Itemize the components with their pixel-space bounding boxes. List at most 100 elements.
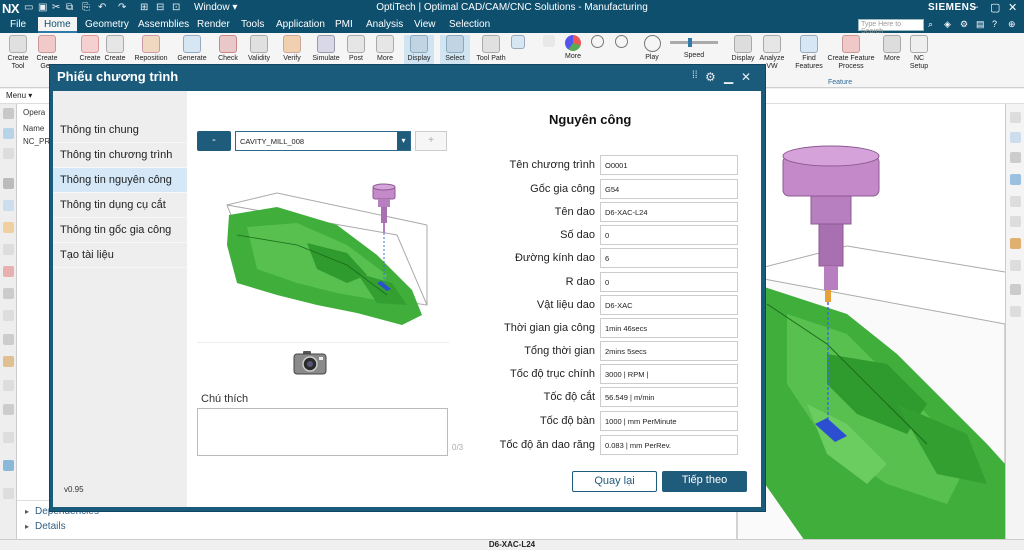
close-icon[interactable]: ✕ <box>741 70 751 84</box>
view-icon[interactable] <box>1010 216 1021 227</box>
navigator-icon[interactable] <box>3 222 14 233</box>
note-textarea[interactable] <box>197 408 448 456</box>
navigator-icon[interactable] <box>3 380 14 391</box>
create-tool-button[interactable]: Create Tool <box>4 35 32 71</box>
play-button[interactable]: Play <box>642 35 662 62</box>
view-icon[interactable] <box>1010 112 1021 123</box>
tab-application[interactable]: Application <box>276 19 325 30</box>
nav-machining-origin-info[interactable]: Thông tin gốc gia công <box>53 218 187 243</box>
view-icon[interactable] <box>1010 132 1021 143</box>
tool-material-field[interactable]: D6-XAC <box>600 295 738 315</box>
add-button[interactable]: + <box>415 131 447 151</box>
file-menu[interactable]: File <box>10 19 26 30</box>
tab-render[interactable]: Render <box>197 19 230 30</box>
more-button[interactable]: More <box>372 35 398 63</box>
nav-general-info[interactable]: Thông tin chung <box>53 118 187 143</box>
remove-button[interactable]: - <box>197 131 231 151</box>
more-button[interactable]: More <box>560 35 586 61</box>
navigator-icon[interactable] <box>3 432 14 443</box>
maximize-icon[interactable]: ▢ <box>990 1 1000 14</box>
view-icon[interactable] <box>1010 238 1021 249</box>
tool-number-field[interactable]: 0 <box>600 225 738 245</box>
search-icon[interactable]: ⌕ <box>928 19 933 30</box>
reposition-button[interactable]: Reposition <box>134 35 168 63</box>
tab-analysis[interactable]: Analysis <box>366 19 403 30</box>
tab-geometry[interactable]: Geometry <box>85 19 129 30</box>
settings-icon[interactable] <box>3 108 14 119</box>
cutting-speed-field[interactable]: 56.549 | m/min <box>600 387 738 407</box>
tool-path-button[interactable]: Tool Path <box>474 35 508 63</box>
navigator-icon[interactable] <box>3 288 14 299</box>
post-button[interactable]: Post <box>344 35 368 63</box>
tool-radius-field[interactable]: 0 <box>600 272 738 292</box>
view-icon[interactable] <box>1010 260 1021 271</box>
tab-view[interactable]: View <box>414 19 436 30</box>
camera-icon[interactable] <box>293 349 327 375</box>
close-icon[interactable]: ✕ <box>1008 1 1017 14</box>
drag-handle-icon[interactable]: ⁞⁞ <box>692 70 698 81</box>
create-feature-process-button[interactable]: Create Feature Process <box>826 35 876 71</box>
navigator-icon[interactable] <box>3 244 14 255</box>
machining-time-field[interactable]: 1min 46secs <box>600 318 738 338</box>
tool-diameter-field[interactable]: 6 <box>600 248 738 268</box>
navigator-icon[interactable] <box>3 404 14 415</box>
settings-icon[interactable]: ⚙ <box>960 19 968 30</box>
display-button[interactable]: Display <box>726 35 760 63</box>
search-input[interactable]: Type Here to Search <box>858 19 924 35</box>
navigator-icon[interactable] <box>3 148 14 159</box>
find-features-button[interactable]: Find Features <box>794 35 824 71</box>
help-icon[interactable]: ? <box>992 19 997 29</box>
toolbar-icon[interactable]: ▤ <box>976 19 985 30</box>
more-button[interactable]: More <box>880 35 904 63</box>
machining-origin-field[interactable]: G54 <box>600 179 738 199</box>
navigator-icon[interactable] <box>3 356 14 367</box>
verify-button[interactable]: Verify <box>278 35 306 63</box>
menu-dropdown[interactable]: Menu ▾ <box>6 91 32 100</box>
minimize-icon[interactable]: – <box>972 1 978 13</box>
feed-rate-field[interactable]: 1000 | mm PerMinute <box>600 411 738 431</box>
toolbar-icon[interactable]: ◈ <box>944 19 951 30</box>
navigator-icon[interactable] <box>3 266 14 277</box>
navigator-icon[interactable] <box>3 310 14 321</box>
validity-button[interactable]: Validity <box>244 35 274 63</box>
back-button[interactable]: Quay lại <box>572 471 657 492</box>
create-operation-button[interactable]: Create <box>76 35 104 63</box>
operation-select[interactable]: CAVITY_MILL_008 ▾ <box>235 131 411 151</box>
nav-operation-info[interactable]: Thông tin nguyên công <box>53 168 187 193</box>
tab-home[interactable]: Home <box>38 17 77 33</box>
nav-program-info[interactable]: Thông tin chương trình <box>53 143 187 168</box>
tab-tools[interactable]: Tools <box>241 19 264 30</box>
check-button[interactable]: Check <box>214 35 242 63</box>
tab-pmi[interactable]: PMI <box>335 19 353 30</box>
settings-icon[interactable]: ⚙ <box>705 70 716 84</box>
navigator-icon[interactable] <box>3 334 14 345</box>
tool-name-field[interactable]: D6-XAC-L24 <box>600 202 738 222</box>
nav-cutting-tool-info[interactable]: Thông tin dụng cụ cắt <box>53 193 187 218</box>
view-icon[interactable] <box>1010 174 1021 185</box>
simulate-button[interactable]: Simulate <box>310 35 342 63</box>
navigator-icon[interactable] <box>3 200 14 211</box>
navigator-icon[interactable] <box>3 178 14 189</box>
total-time-field[interactable]: 2mins 5secs <box>600 341 738 361</box>
feed-per-tooth-field[interactable]: 0.083 | mm PerRev. <box>600 435 738 455</box>
view-icon[interactable] <box>1010 152 1021 163</box>
details-panel[interactable]: ▸ Details <box>25 521 66 532</box>
view-icon[interactable] <box>1010 284 1021 295</box>
toolpath-option-button[interactable] <box>510 35 526 51</box>
program-name-field[interactable]: O0001 <box>600 155 738 175</box>
tab-assemblies[interactable]: Assemblies <box>138 19 189 30</box>
arrow-up-button[interactable] <box>542 35 556 49</box>
next-button[interactable]: Tiếp theo <box>662 471 747 492</box>
view-icon[interactable] <box>1010 306 1021 317</box>
minimize-icon[interactable]: ▁ <box>724 70 733 84</box>
spindle-speed-field[interactable]: 3000 | RPM | <box>600 364 738 384</box>
toolbar-icon[interactable]: ⊕ <box>1008 19 1016 30</box>
generate-button[interactable]: Generate <box>176 35 208 63</box>
nc-setup-button[interactable]: NC Setup <box>908 35 930 71</box>
rewind-button[interactable] <box>590 35 604 50</box>
navigator-icon[interactable] <box>3 128 14 139</box>
display-button[interactable]: Display <box>404 35 434 65</box>
tab-selection[interactable]: Selection <box>449 19 490 30</box>
create-method-button[interactable]: Create <box>104 35 126 63</box>
speed-thumb[interactable] <box>688 38 692 47</box>
